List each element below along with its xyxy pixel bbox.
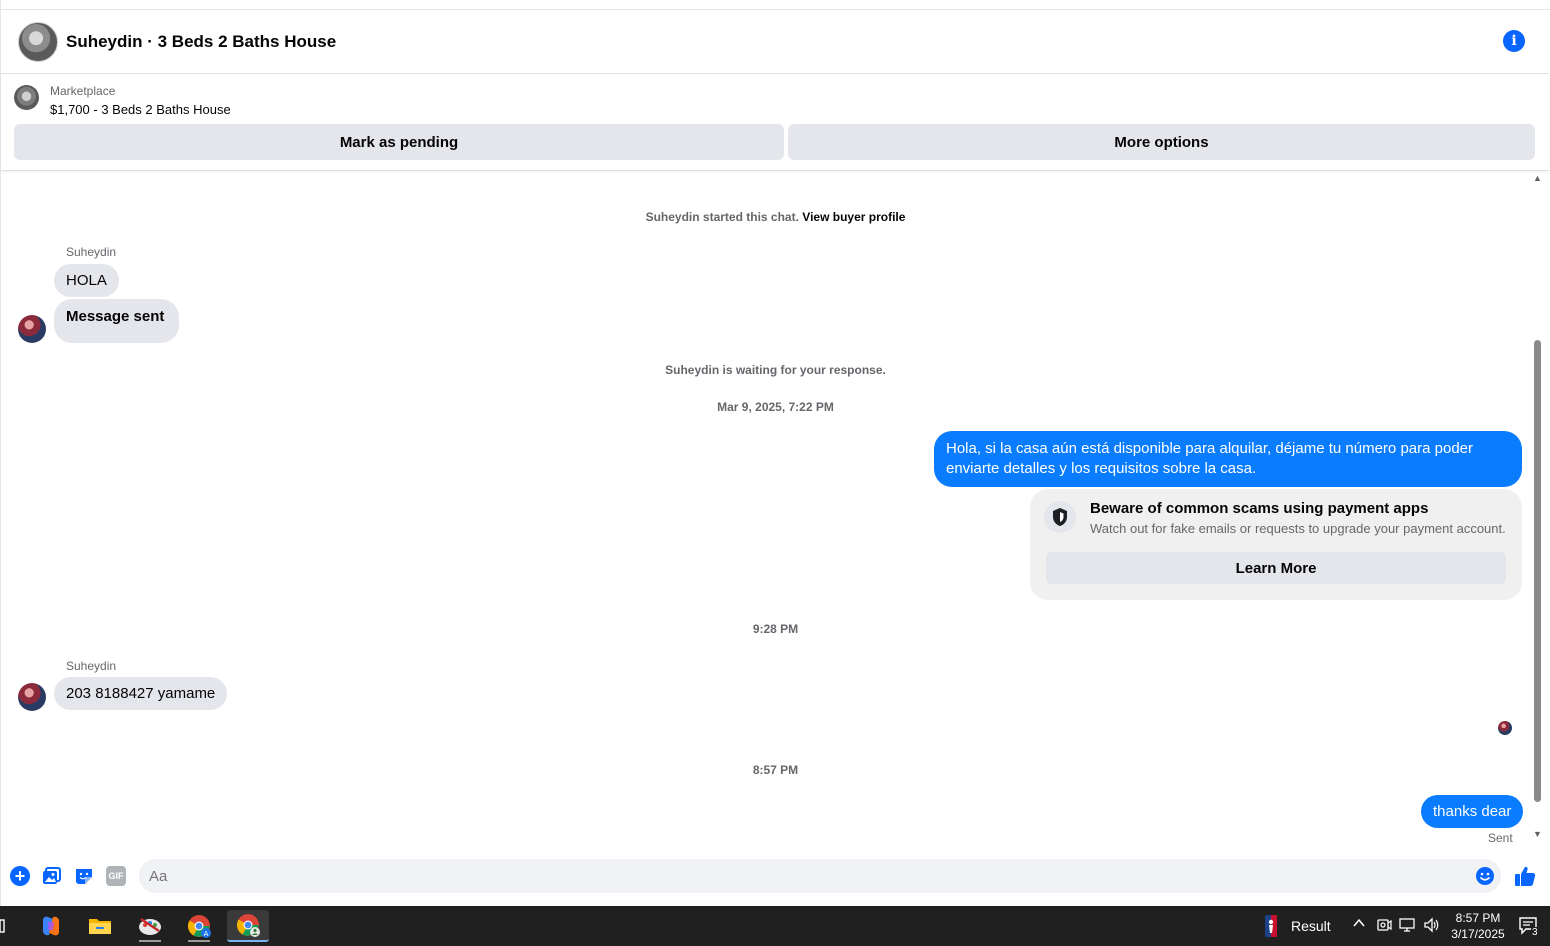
notification-count-badge: 3 [1531,927,1539,938]
view-buyer-profile-link[interactable]: View buyer profile [802,210,905,224]
chat-window: Suheydin · 3 Beds 2 Baths House i Market… [0,0,1550,906]
info-icon[interactable]: i [1503,30,1525,52]
chrome-profile-b-icon[interactable] [227,910,269,942]
more-options-button[interactable]: More options [788,124,1535,160]
sent-status: Sent [1488,831,1513,845]
chat-started-text: Suheydin started this chat. [645,210,799,224]
seen-receipt-avatar [1498,721,1512,735]
chat-header: Suheydin · 3 Beds 2 Baths House i [1,10,1549,74]
nba-widget-icon[interactable] [1260,910,1282,942]
chat-started-note: Suheydin started this chat. View buyer p… [1,210,1550,224]
chevron-up-icon[interactable] [1352,916,1366,933]
paint-app-icon[interactable] [129,910,171,942]
outgoing-message[interactable]: Hola, si la casa aún está disponible par… [934,431,1522,487]
photo-icon[interactable] [42,866,62,886]
learn-more-button[interactable]: Learn More [1046,552,1506,584]
conversation-scrollbar[interactable]: ▲ ▼ [1532,173,1544,845]
scroll-down-arrow-icon[interactable]: ▼ [1533,829,1542,839]
file-explorer-icon[interactable] [79,910,121,942]
incoming-message[interactable]: HOLA [54,264,119,297]
scam-warning-card: Beware of common scams using payment app… [1030,489,1522,600]
marketplace-listing-panel: Marketplace $1,700 - 3 Beds 2 Baths Hous… [1,75,1549,171]
sender-avatar[interactable] [18,683,46,711]
os-taskbar: A Result 8:57 PM 3/17/2025 3 [0,906,1550,946]
chrome-profile-a-icon[interactable]: A [178,910,220,942]
listing-kicker: Marketplace [50,84,116,98]
message-timestamp: 9:28 PM [752,622,799,636]
incoming-message[interactable]: Message sent [54,299,180,343]
sticker-icon[interactable] [74,866,94,886]
sender-name: Suheydin [66,659,117,673]
task-view-icon[interactable] [0,910,14,942]
scroll-up-arrow-icon[interactable]: ▲ [1533,173,1542,183]
message-timestamp: 8:57 PM [752,763,799,777]
sender-name: Suheydin [66,245,117,259]
mark-as-pending-button[interactable]: Mark as pending [14,124,784,160]
contact-avatar[interactable] [18,21,58,62]
svg-text:A: A [204,930,209,938]
chat-title[interactable]: Suheydin · 3 Beds 2 Baths House [66,32,336,52]
clock-date: 3/17/2025 [1451,927,1505,941]
message-timestamp: Mar 9, 2025, 7:22 PM [717,400,834,414]
scam-warning-body: Watch out for fake emails or requests to… [1090,521,1506,536]
widget-result-label[interactable]: Result [1291,918,1331,934]
scam-warning-title: Beware of common scams using payment app… [1090,500,1429,517]
message-input[interactable] [139,859,1501,893]
network-icon[interactable] [1399,917,1417,936]
copilot-app-icon[interactable] [30,910,72,942]
message-composer: + GIF [1,856,1549,896]
scroll-thumb[interactable] [1534,340,1541,802]
thumbs-up-icon[interactable] [1513,864,1537,888]
system-clock[interactable]: 8:57 PM 3/17/2025 [1447,910,1509,942]
clock-time: 8:57 PM [1455,911,1501,925]
meet-now-icon[interactable] [1376,917,1392,936]
incoming-message[interactable]: 203 8188427 yamame [54,677,228,710]
shield-icon [1044,501,1076,533]
listing-thumbnail[interactable] [14,85,39,110]
waiting-note: Suheydin is waiting for your response. [665,363,886,377]
outgoing-message[interactable]: thanks dear [1421,795,1524,828]
emoji-icon[interactable] [1475,866,1495,886]
plus-icon[interactable]: + [10,866,30,886]
volume-icon[interactable] [1423,917,1441,936]
sender-avatar[interactable] [18,315,46,343]
listing-price-title[interactable]: $1,700 - 3 Beds 2 Baths House [50,102,231,117]
gif-icon[interactable]: GIF [106,866,126,886]
window-top-strip [1,0,1550,10]
